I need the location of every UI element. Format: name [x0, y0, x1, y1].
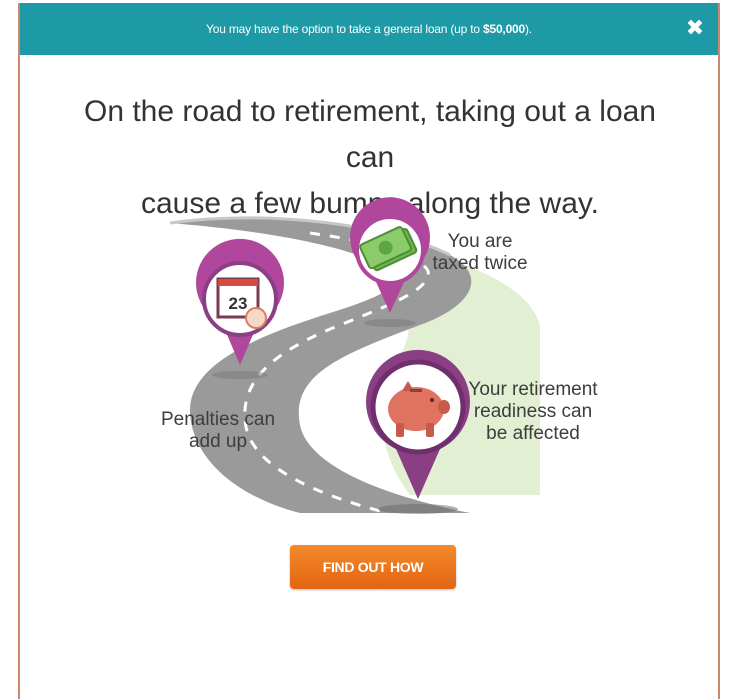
pin-shadow — [378, 504, 458, 514]
caption-taxed: You are taxed twice — [420, 231, 540, 275]
close-icon[interactable]: ✖ — [684, 17, 706, 39]
caption-penalties-line-2: add up — [188, 431, 248, 452]
pin-shadow — [212, 371, 268, 379]
banner-text: You may have the option to take a genera… — [206, 22, 484, 36]
caption-retirement-line-2: readiness can — [473, 401, 593, 422]
caption-penalties-line-1: Penalties can — [160, 409, 276, 430]
banner-suffix: ). — [525, 22, 532, 36]
caption-taxed-line-2: taxed twice — [432, 253, 528, 274]
find-out-how-button[interactable]: FIND OUT HOW — [290, 545, 456, 589]
caption-penalties: Penalties can add up — [148, 409, 288, 453]
caption-retirement-line-1: Your retirement — [468, 379, 598, 400]
banner-amount: $50,000 — [483, 22, 525, 36]
caption-retirement: Your retirement readiness can be affecte… — [448, 379, 618, 445]
modal: You may have the option to take a genera… — [18, 3, 720, 699]
promo-banner: You may have the option to take a genera… — [20, 3, 718, 55]
caption-taxed-line-1: You are — [447, 231, 513, 252]
calendar-day: 23 — [229, 294, 248, 313]
banner-message: You may have the option to take a genera… — [206, 22, 532, 36]
headline-line-1: On the road to retirement, taking out a … — [83, 95, 656, 174]
caption-retirement-line-3: be affected — [486, 423, 580, 444]
pin-shadow — [364, 319, 416, 327]
